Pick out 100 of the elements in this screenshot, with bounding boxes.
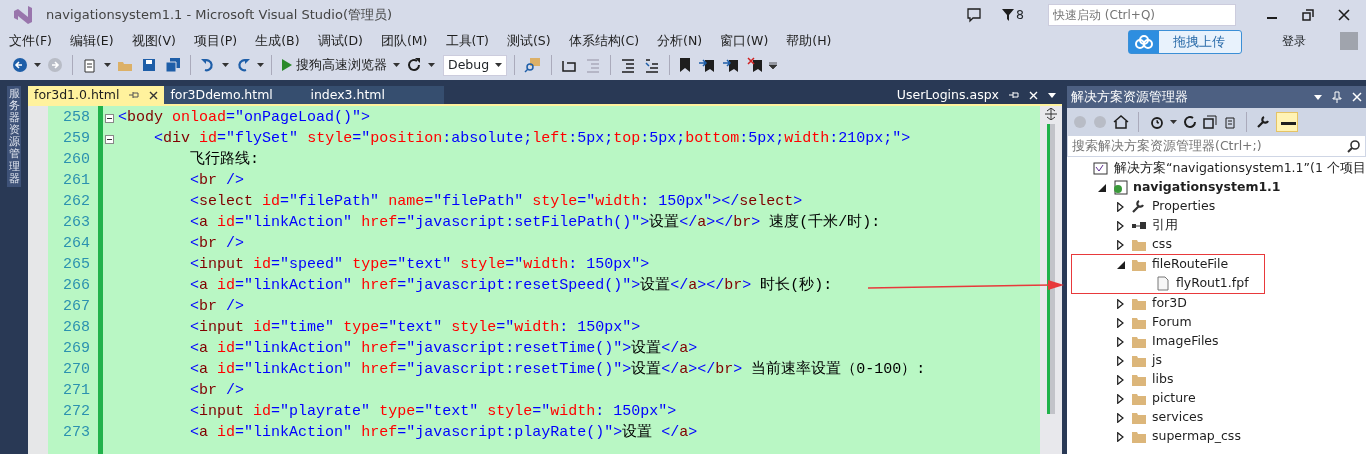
tree-item[interactable]: Properties: [1067, 197, 1366, 216]
side-tab[interactable]: 服务器资源管理器: [7, 86, 21, 187]
home-icon[interactable]: [1113, 114, 1129, 129]
editor-tab[interactable]: index3.html: [304, 86, 445, 104]
app-logo-icon: [12, 4, 34, 26]
caret-icon[interactable]: [393, 63, 400, 67]
preview-toggle-icon[interactable]: [1276, 111, 1298, 132]
caret-icon[interactable]: [1170, 119, 1177, 124]
next-bookmark-button[interactable]: [721, 57, 741, 73]
editor-tab[interactable]: for3d1.0.html: [28, 86, 165, 104]
feedback-icon[interactable]: [966, 7, 983, 23]
close-icon[interactable]: [149, 90, 159, 100]
collapsed-icon[interactable]: [1117, 298, 1124, 309]
code-line: <a id="linkAction" href="javascript:resetTime()">设置</a></br> 当前速率设置（0-100）:: [189, 359, 926, 381]
collapse-icon[interactable]: [105, 135, 114, 144]
collapsed-icon[interactable]: [1117, 336, 1124, 347]
tree-item[interactable]: js: [1067, 351, 1366, 370]
show-all-files-icon[interactable]: [1223, 114, 1237, 129]
collapsed-icon[interactable]: [1117, 393, 1124, 404]
run-browser-button[interactable]: 搜狗高速浏览器: [279, 55, 389, 75]
menu-item[interactable]: 文件(F): [0, 31, 61, 51]
tree-item[interactable]: ImageFiles: [1067, 332, 1366, 351]
collapse-icon[interactable]: [105, 114, 114, 123]
clear-bookmarks-button[interactable]: [745, 57, 765, 73]
overflow-tab[interactable]: UserLogins.aspx: [896, 85, 999, 105]
sign-in-link[interactable]: 登录: [1282, 32, 1306, 50]
panel-title: 解决方案资源管理器: [1071, 87, 1188, 106]
menu-item[interactable]: 项目(P): [184, 31, 247, 51]
previous-bookmark-button[interactable]: [697, 57, 717, 73]
menu-item[interactable]: 测试(S): [497, 31, 560, 51]
caret-icon[interactable]: [495, 63, 502, 67]
menu-item[interactable]: 视图(V): [122, 31, 185, 51]
quick-launch-field[interactable]: 快速启动 (Ctrl+Q): [1048, 4, 1236, 26]
tree-item[interactable]: css: [1067, 235, 1366, 254]
split-icon[interactable]: [1045, 108, 1057, 120]
menu-item[interactable]: 工具(T): [436, 31, 498, 51]
scroll-thumb[interactable]: [1047, 124, 1055, 414]
tree-item[interactable]: supermap_css: [1067, 427, 1366, 446]
cloud-icon: [1134, 35, 1154, 49]
collapsed-icon[interactable]: [1117, 317, 1124, 328]
expanded-icon[interactable]: [1117, 260, 1125, 269]
restore-icon[interactable]: [1302, 9, 1314, 21]
save-all-button[interactable]: [163, 57, 183, 73]
tree-item[interactable]: picture: [1067, 389, 1366, 408]
menu-item[interactable]: 团队(M): [371, 31, 437, 51]
menu-item[interactable]: 编辑(E): [60, 31, 123, 51]
folder-icon: [1131, 296, 1147, 311]
caret-icon[interactable]: [1314, 94, 1322, 100]
collapsed-icon[interactable]: [1117, 220, 1124, 231]
tree-item[interactable]: flyRout1.fpf: [1072, 274, 1264, 293]
close-icon[interactable]: [1338, 9, 1350, 21]
configuration-dropdown[interactable]: Debug: [443, 54, 507, 76]
folder-icon: [1131, 429, 1147, 444]
tree-item[interactable]: 引用: [1067, 216, 1366, 235]
back-button[interactable]: [10, 57, 30, 73]
pin-icon[interactable]: [129, 91, 140, 99]
caret-icon[interactable]: [104, 63, 111, 67]
search-field[interactable]: 搜索解决方案资源管理器(Ctrl+;): [1067, 135, 1366, 157]
wrench-icon[interactable]: [1256, 114, 1270, 129]
bookmark-button[interactable]: [677, 57, 693, 73]
line-number: 272: [62, 402, 91, 423]
menu-item[interactable]: 帮助(H): [777, 31, 841, 51]
caret-icon[interactable]: [428, 63, 435, 67]
tree-item[interactable]: Forum: [1067, 313, 1366, 332]
tree-item[interactable]: for3D: [1067, 294, 1366, 313]
caret-icon[interactable]: [1048, 92, 1056, 98]
collapsed-icon[interactable]: [1117, 355, 1124, 366]
upload-popup[interactable]: 拖拽上传: [1128, 30, 1242, 54]
code-line: <input id="playrate" type="text" style="width: 150px">: [189, 402, 677, 423]
collapse-all-icon[interactable]: [1203, 114, 1217, 129]
menu-item[interactable]: 分析(N): [648, 31, 712, 51]
tree-item[interactable]: fileRouteFile: [1072, 255, 1264, 274]
caret-icon[interactable]: [34, 63, 41, 67]
code-line: <br />: [189, 234, 245, 255]
menu-item[interactable]: 调试(D): [308, 31, 372, 51]
tree-item[interactable]: navigationsystem1.1: [1067, 178, 1366, 197]
menu-item[interactable]: 体系结构(C): [559, 31, 649, 51]
refresh-icon[interactable]: [1183, 114, 1197, 129]
collapsed-icon[interactable]: [1117, 412, 1124, 423]
caret-icon[interactable]: [222, 63, 229, 67]
collapsed-icon[interactable]: [1117, 374, 1124, 385]
tree-item[interactable]: services: [1067, 408, 1366, 427]
caret-icon[interactable]: [257, 63, 264, 67]
menu-item[interactable]: 生成(B): [246, 31, 309, 51]
overflow-icon[interactable]: [769, 61, 777, 69]
line-number: 267: [62, 297, 91, 318]
tree-item[interactable]: 解决方案“navigationsystem1.1”(1 个项目: [1067, 159, 1366, 178]
editor-tab[interactable]: for3Ddemo.html: [164, 86, 305, 104]
expanded-icon[interactable]: [1098, 183, 1106, 192]
menu-item[interactable]: 窗口(W): [711, 31, 778, 51]
history-icon[interactable]: [1148, 114, 1164, 129]
collapsed-icon[interactable]: [1117, 239, 1124, 250]
solution-icon: [1093, 161, 1109, 176]
play-icon: [281, 58, 293, 72]
tree-item[interactable]: libs: [1067, 370, 1366, 389]
filter-icon[interactable]: [1002, 9, 1015, 21]
notification-count[interactable]: 8: [1016, 5, 1024, 25]
search-icon[interactable]: [1347, 139, 1361, 153]
collapsed-icon[interactable]: [1117, 431, 1124, 442]
collapsed-icon[interactable]: [1117, 201, 1124, 212]
